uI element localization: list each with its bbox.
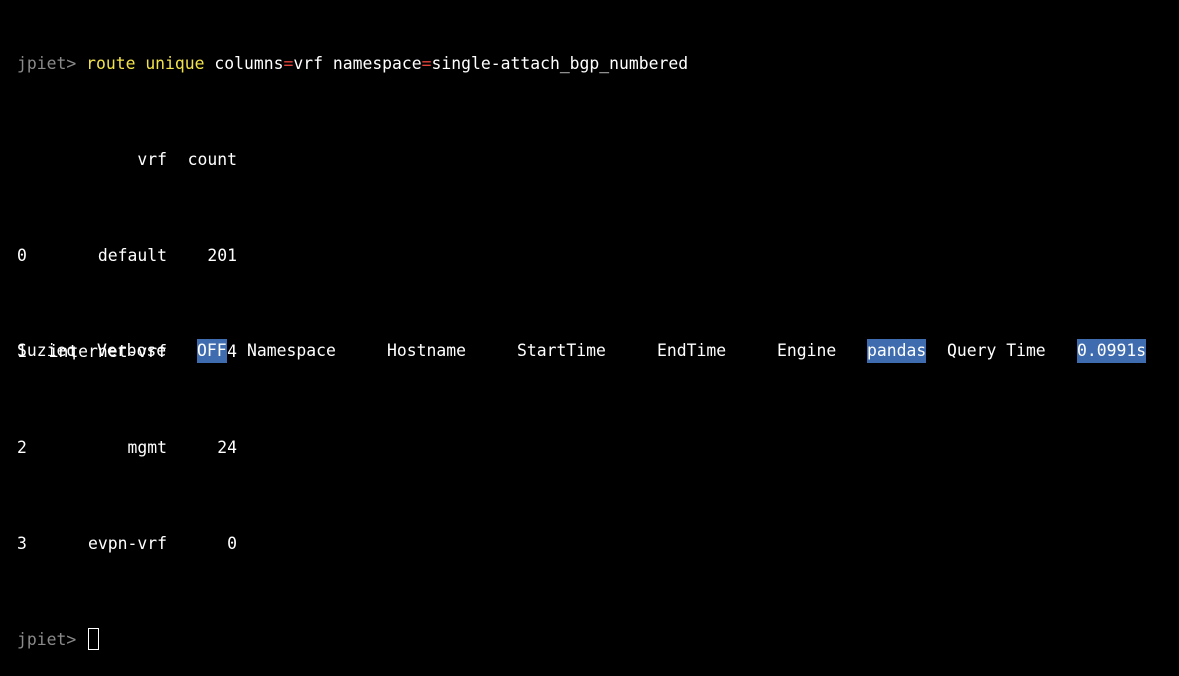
- querytime-value: 0.0991s: [1077, 339, 1147, 363]
- app-name: Suzieq: [17, 341, 77, 360]
- row-count: 24: [217, 438, 237, 457]
- text-cursor[interactable]: [88, 628, 100, 650]
- row-index: 2: [17, 438, 27, 457]
- querytime-label: Query Time: [947, 341, 1046, 360]
- hostname-label: Hostname: [387, 341, 466, 360]
- verbose-toggle[interactable]: OFF: [197, 339, 227, 363]
- row-count: 0: [227, 534, 237, 553]
- command-arg-value: vrf: [293, 54, 323, 73]
- count-header: count: [187, 150, 237, 169]
- prompt: jpiet>: [17, 630, 77, 649]
- row-vrf: evpn-vrf: [88, 534, 167, 553]
- command-arg-key: columns: [214, 54, 284, 73]
- row-index: 0: [17, 246, 27, 265]
- starttime-label: StartTime: [517, 341, 606, 360]
- vrf-header: vrf: [137, 150, 167, 169]
- prompt: jpiet>: [17, 54, 77, 73]
- command-verb: route: [86, 54, 136, 73]
- command-line: jpiet> route unique columns=vrf namespac…: [17, 52, 688, 76]
- engine-label: Engine: [777, 341, 837, 360]
- row-index: 3: [17, 534, 27, 553]
- engine-value: pandas: [867, 339, 927, 363]
- command-arg-key: namespace: [332, 54, 422, 73]
- command-subverb: unique: [145, 54, 205, 73]
- verbose-label: Verbose: [97, 341, 167, 360]
- row-vrf: mgmt: [127, 438, 167, 457]
- command-arg-value: single-attach_bgp_numbered: [431, 54, 689, 73]
- status-bar: Suzieq Verbose OFF Namespace Hostname St…: [0, 339, 1179, 363]
- endtime-label: EndTime: [657, 341, 727, 360]
- command-arg-equals: =: [283, 54, 294, 73]
- row-vrf: default: [97, 246, 167, 265]
- table-row: 0 default 201: [17, 244, 688, 268]
- input-line[interactable]: jpiet>: [17, 628, 688, 652]
- namespace-label: Namespace: [247, 341, 336, 360]
- command-arg-equals: =: [421, 54, 432, 73]
- table-row: 3 evpn-vrf 0: [17, 532, 688, 556]
- table-header: vrf count: [17, 148, 688, 172]
- row-count: 201: [207, 246, 237, 265]
- table-row: 2 mgmt 24: [17, 436, 688, 460]
